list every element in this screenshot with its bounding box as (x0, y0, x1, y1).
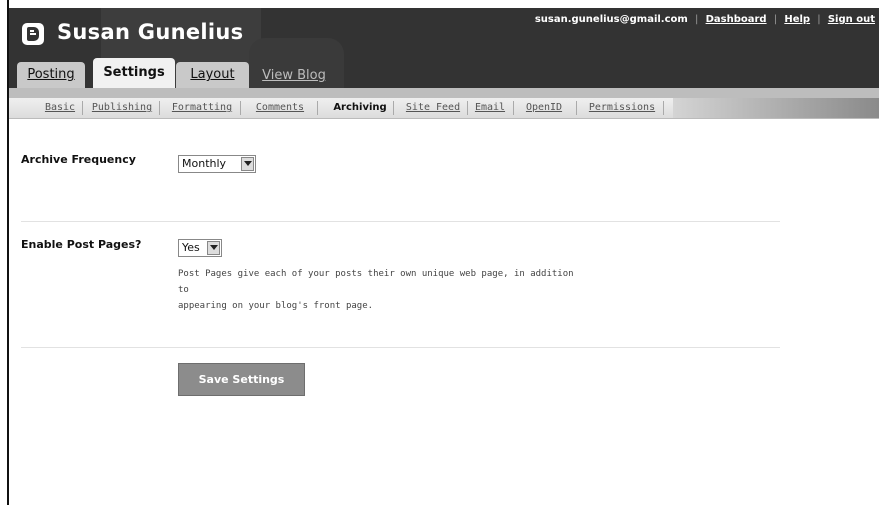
section-divider (21, 221, 780, 222)
section-divider (21, 347, 780, 348)
tab-posting[interactable]: Posting (17, 62, 85, 88)
blogger-logo-icon[interactable] (22, 23, 44, 45)
tab-layout[interactable]: Layout (176, 62, 249, 88)
subnav-divider (467, 101, 468, 115)
separator: | (773, 14, 778, 25)
subnav-divider (317, 101, 318, 115)
subnav-divider (240, 101, 241, 115)
subnav-openid[interactable]: OpenID (516, 98, 572, 118)
chevron-down-icon[interactable] (207, 241, 220, 255)
sign-out-link[interactable]: Sign out (828, 14, 875, 25)
subnav-archiving[interactable]: Archiving (321, 98, 399, 118)
subnav-divider (663, 101, 664, 115)
enable-post-pages-select[interactable]: Yes (178, 239, 222, 257)
user-bar: susan.gunelius@gmail.com | Dashboard | H… (535, 14, 875, 25)
archive-frequency-value: Monthly (182, 157, 227, 170)
post-pages-help-text: Post Pages give each of your posts their… (178, 266, 578, 314)
separator: | (695, 14, 699, 25)
subnav-formatting[interactable]: Formatting (163, 98, 241, 118)
tab-settings[interactable]: Settings (93, 58, 175, 88)
user-email: susan.gunelius@gmail.com (534, 14, 688, 25)
archive-frequency-select[interactable]: Monthly (178, 155, 256, 173)
blogger-settings-page: Susan Gunelius susan.gunelius@gmail.com … (0, 0, 879, 505)
subnav-email[interactable]: Email (471, 98, 509, 118)
enable-post-pages-label: Enable Post Pages? (21, 238, 142, 251)
save-settings-button[interactable]: Save Settings (178, 363, 305, 396)
subnav-publishing[interactable]: Publishing (87, 98, 157, 118)
subnav-top-strip (9, 88, 879, 98)
subnav-divider (393, 101, 394, 115)
subnav-divider (576, 101, 577, 115)
help-line: appearing on your blog's front page. (178, 301, 374, 311)
subnav-divider (82, 101, 83, 115)
separator: | (817, 14, 821, 25)
enable-post-pages-value: Yes (182, 241, 200, 254)
subnav-divider (159, 101, 160, 115)
blog-title[interactable]: Susan Gunelius (57, 20, 243, 44)
chevron-down-icon[interactable] (241, 157, 254, 171)
dashboard-link[interactable]: Dashboard (706, 14, 767, 25)
settings-subnav: Basic Publishing Formatting Comments Arc… (9, 98, 879, 119)
tab-view-blog[interactable]: View Blog (259, 64, 329, 88)
archive-frequency-label: Archive Frequency (21, 153, 136, 166)
subnav-divider (513, 101, 514, 115)
subnav-site-feed[interactable]: Site Feed (397, 98, 469, 118)
subnav-comments[interactable]: Comments (245, 98, 315, 118)
subnav-basic[interactable]: Basic (40, 98, 80, 118)
help-link[interactable]: Help (784, 14, 810, 25)
subnav-fade (673, 98, 879, 118)
subnav-permissions[interactable]: Permissions (581, 98, 663, 118)
help-line: Post Pages give each of your posts their… (178, 269, 574, 295)
